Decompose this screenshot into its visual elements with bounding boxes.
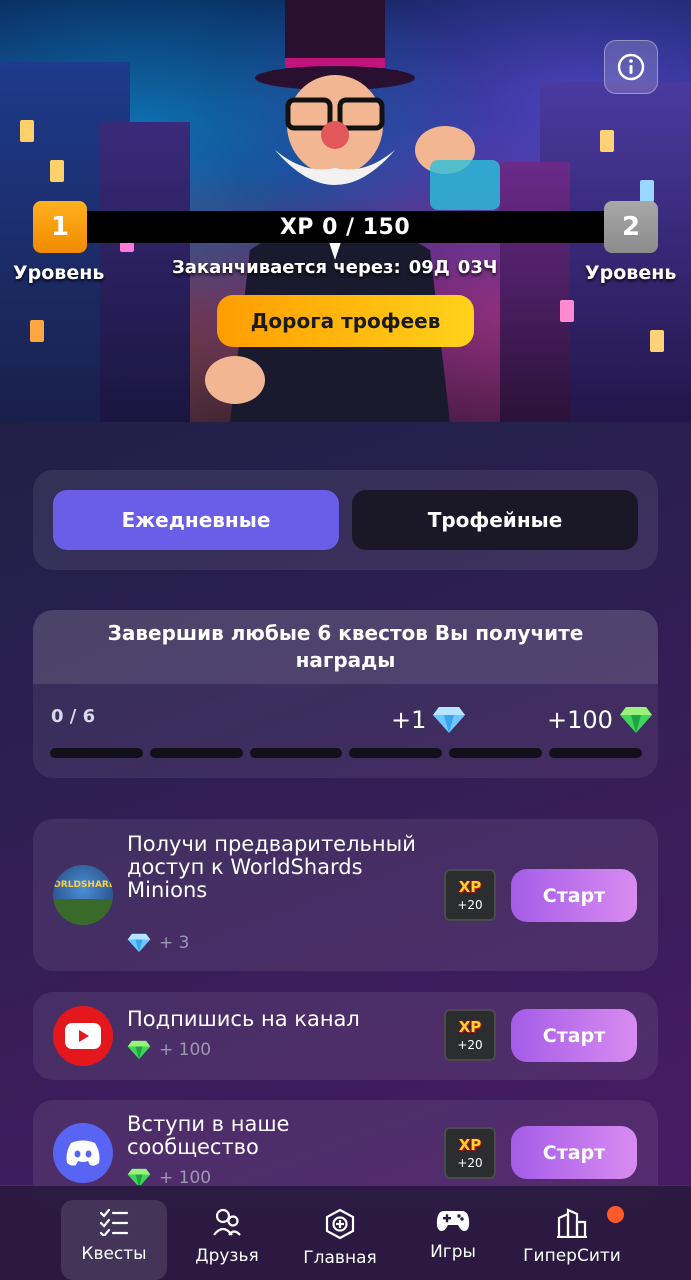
- window-light: [600, 130, 614, 152]
- timer-days: 09Д: [408, 257, 450, 278]
- window-light: [560, 300, 574, 322]
- youtube-logo: [65, 1023, 101, 1049]
- nav-item-home[interactable]: Главная: [287, 1200, 393, 1280]
- window-light: [30, 320, 44, 342]
- xp-reward-badge: XP +20: [444, 869, 496, 921]
- quest-reward: + 3: [127, 933, 189, 953]
- xp-badge-amount: +20: [457, 1038, 483, 1052]
- green-gem-icon: [619, 707, 652, 733]
- progress-segment: [449, 748, 543, 758]
- current-level-badge: 1: [33, 201, 87, 253]
- quest-title: Получи предварительный доступ к WorldSha…: [127, 832, 416, 902]
- nav-item-friends[interactable]: Друзья: [174, 1200, 280, 1280]
- reward-milestone-2: +100: [547, 706, 653, 734]
- xp-badge-label: XP: [458, 1018, 482, 1036]
- window-light: [640, 180, 654, 202]
- hero-banner: XP 0 / 150 1 2 Уровень Уровень Заканчива…: [0, 0, 691, 422]
- notification-dot: [607, 1206, 624, 1223]
- info-icon: [617, 53, 645, 81]
- progress-segment: [149, 748, 243, 758]
- current-level-label: Уровень: [13, 262, 105, 284]
- timer-label: Заканчивается через:: [172, 257, 401, 278]
- svg-text:WORLDSHARDS: WORLDSHARDS: [53, 880, 113, 890]
- timer-hours: 03Ч: [457, 257, 498, 278]
- next-level-badge: 2: [604, 201, 658, 253]
- green-gem-icon: [127, 1040, 151, 1060]
- tab-trophy[interactable]: Трофейные: [352, 490, 638, 550]
- progress-segment: [50, 748, 143, 758]
- quest-card: Подпишись на канал + 100 XP +20 Старт: [33, 992, 658, 1080]
- nav-item-games[interactable]: Игры: [400, 1200, 506, 1280]
- trophy-road-button[interactable]: Дорога трофеев: [217, 295, 474, 347]
- reward-milestone-1: +1: [391, 706, 466, 734]
- quest-title: Подпишись на канал: [127, 1007, 360, 1031]
- xp-badge-label: XP: [458, 1136, 482, 1154]
- xp-badge-amount: +20: [457, 898, 483, 912]
- next-level-label: Уровень: [585, 262, 677, 284]
- blue-diamond-icon: [433, 707, 466, 733]
- nav-label: Квесты: [81, 1244, 147, 1264]
- nav-label: Игры: [430, 1242, 476, 1262]
- reward-2-amount: +100: [547, 706, 613, 734]
- progress-segment: [249, 748, 343, 758]
- xp-badge-label: XP: [458, 878, 482, 896]
- start-button[interactable]: Старт: [511, 1126, 637, 1179]
- nav-label: Друзья: [195, 1246, 259, 1266]
- quest-card: WORLDSHARDS Получи предварительный досту…: [33, 819, 658, 971]
- progress-segment: [549, 748, 642, 758]
- progress-title: Завершив любые 6 квестов Вы получите наг…: [33, 610, 658, 684]
- bottom-navigation: Квесты Друзья Главная Игры ГиперСити: [0, 1185, 691, 1280]
- reward-1-amount: +1: [391, 706, 427, 734]
- quest-reward-amount: + 100: [159, 1040, 212, 1060]
- quest-tabs: Ежедневные Трофейные: [33, 470, 658, 570]
- season-timer: Заканчивается через: 09Д 03Ч: [172, 257, 497, 278]
- friends-icon: [213, 1208, 241, 1236]
- discord-icon: [53, 1123, 113, 1183]
- progress-segment: [349, 748, 443, 758]
- progress-count: 0 / 6: [51, 706, 96, 727]
- home-icon: [325, 1208, 355, 1240]
- xp-reward-badge: XP +20: [444, 1127, 496, 1179]
- nav-label: ГиперСити: [523, 1246, 621, 1266]
- city-icon: [557, 1208, 587, 1238]
- progress-segments: [50, 748, 642, 758]
- worldshards-logo: WORLDSHARDS: [53, 880, 113, 925]
- start-button[interactable]: Старт: [511, 1009, 637, 1062]
- xp-badge-amount: +20: [457, 1156, 483, 1170]
- info-button[interactable]: [604, 40, 658, 94]
- quest-title: Вступи в наше сообщество: [127, 1112, 290, 1159]
- window-light: [650, 330, 664, 352]
- nav-label: Главная: [303, 1248, 377, 1268]
- nav-item-quests[interactable]: Квесты: [61, 1200, 167, 1280]
- tab-daily[interactable]: Ежедневные: [53, 490, 339, 550]
- window-light: [50, 160, 64, 182]
- quest-reward-amount: + 3: [159, 933, 190, 953]
- quest-progress-card: Завершив любые 6 квестов Вы получите наг…: [33, 610, 658, 778]
- youtube-icon: [53, 1006, 113, 1066]
- xp-progress-bar: XP 0 / 150: [80, 211, 610, 243]
- quests-icon: [99, 1208, 129, 1236]
- xp-text: XP 0 / 150: [279, 214, 411, 240]
- gamepad-icon: [436, 1211, 470, 1231]
- quest-reward: + 100: [127, 1040, 211, 1060]
- start-button[interactable]: Старт: [511, 869, 637, 922]
- xp-reward-badge: XP +20: [444, 1009, 496, 1061]
- window-light: [20, 120, 34, 142]
- discord-logo: [66, 1140, 100, 1166]
- blue-diamond-icon: [127, 933, 151, 953]
- worldshards-icon: WORLDSHARDS: [53, 865, 113, 925]
